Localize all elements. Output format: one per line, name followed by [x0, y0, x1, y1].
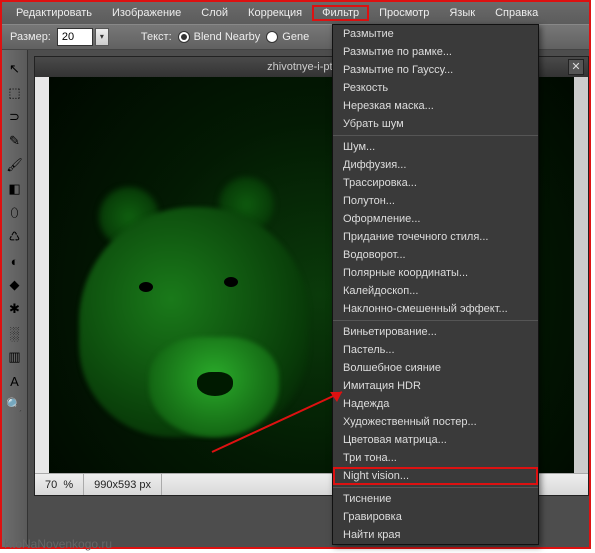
scrollbar-vertical[interactable]: [574, 77, 588, 473]
filter-menu-item[interactable]: Найти края: [333, 526, 538, 544]
shape-tool[interactable]: ◆: [6, 276, 24, 294]
radio-gene[interactable]: Gene: [266, 31, 309, 43]
radio-dot-icon: [266, 31, 278, 43]
filter-menu-item[interactable]: Пастель...: [333, 341, 538, 359]
menu-separator: [333, 320, 538, 321]
menu-separator: [333, 135, 538, 136]
menu-layer[interactable]: Слой: [191, 5, 238, 21]
filter-menu-item[interactable]: Нерезкая маска...: [333, 97, 538, 115]
menu-view[interactable]: Просмотр: [369, 5, 439, 21]
filter-menu-item[interactable]: Три тона...: [333, 449, 538, 467]
watermark: KtoNaNovenkogo.ru: [4, 537, 112, 551]
radio-dot-icon: [178, 31, 190, 43]
sparkle-tool[interactable]: ✱: [6, 300, 24, 318]
filter-menu-item[interactable]: Диффузия...: [333, 156, 538, 174]
filter-menu-item[interactable]: Размытие: [333, 25, 538, 43]
size-spinner[interactable]: ▾: [57, 28, 109, 46]
size-label: Размер:: [10, 31, 51, 43]
filter-menu-item[interactable]: Цветовая матрица...: [333, 431, 538, 449]
filter-menu-item[interactable]: Художественный постер...: [333, 413, 538, 431]
filter-dropdown-menu: РазмытиеРазмытие по рамке...Размытие по …: [332, 24, 539, 545]
dodge-tool[interactable]: ◐: [6, 252, 24, 270]
filter-menu-item[interactable]: Придание точечного стиля...: [333, 228, 538, 246]
menu-language[interactable]: Язык: [439, 5, 485, 21]
close-icon[interactable]: ✕: [568, 59, 584, 75]
filter-menu-item[interactable]: Night vision...: [333, 467, 538, 485]
zoom-value[interactable]: 70 %: [35, 474, 84, 495]
filter-menu-item[interactable]: Водоворот...: [333, 246, 538, 264]
filter-menu-item[interactable]: Оформление...: [333, 210, 538, 228]
filter-menu-item[interactable]: Размытие по рамке...: [333, 43, 538, 61]
clone-tool[interactable]: ♺: [6, 228, 24, 246]
filter-menu-item[interactable]: Полярные координаты...: [333, 264, 538, 282]
ruler-vertical: [35, 77, 49, 473]
filter-menu-item[interactable]: Волшебное сияние: [333, 359, 538, 377]
filter-menu-item[interactable]: Имитация HDR: [333, 377, 538, 395]
zoom-tool[interactable]: 🔍: [6, 396, 24, 414]
pencil-tool[interactable]: ✎: [6, 132, 24, 150]
size-input[interactable]: [57, 28, 93, 46]
menu-correction[interactable]: Коррекция: [238, 5, 312, 21]
radio-blend-nearby[interactable]: Blend Nearby: [178, 31, 261, 43]
filter-menu-item[interactable]: Трассировка...: [333, 174, 538, 192]
menu-filter[interactable]: Фильтр: [312, 5, 369, 21]
filter-menu-item[interactable]: Резкость: [333, 79, 538, 97]
text-label: Текст:: [141, 31, 172, 43]
lasso-tool[interactable]: ⊃: [6, 108, 24, 126]
move-tool[interactable]: ↖: [6, 60, 24, 78]
filter-menu-item[interactable]: Гравировка: [333, 508, 538, 526]
filter-menu-item[interactable]: Наклонно-смешенный эффект...: [333, 300, 538, 318]
filter-menu-item[interactable]: Размытие по Гауссу...: [333, 61, 538, 79]
tool-palette: ↖ ⬚ ⊃ ✎ 🖌 ◧ ⬯ ♺ ◐ ◆ ✱ ░ ▥ A 🔍: [2, 50, 28, 547]
filter-menu-item[interactable]: Шум...: [333, 138, 538, 156]
stamp-tool[interactable]: ⬯: [6, 204, 24, 222]
filter-menu-item[interactable]: Убрать шум: [333, 115, 538, 133]
filter-menu-item[interactable]: Полутон...: [333, 192, 538, 210]
pattern-tool[interactable]: ░: [6, 324, 24, 342]
size-dropdown-icon[interactable]: ▾: [95, 28, 109, 46]
fill-tool[interactable]: ▥: [6, 348, 24, 366]
text-tool[interactable]: A: [6, 372, 24, 390]
menu-separator: [333, 487, 538, 488]
menu-image[interactable]: Изображение: [102, 5, 191, 21]
filter-menu-item[interactable]: Виньетирование...: [333, 323, 538, 341]
marquee-tool[interactable]: ⬚: [6, 84, 24, 102]
filter-menu-item[interactable]: Тиснение: [333, 490, 538, 508]
filter-menu-item[interactable]: Калейдоскоп...: [333, 282, 538, 300]
menu-edit[interactable]: Редактировать: [6, 5, 102, 21]
menu-help[interactable]: Справка: [485, 5, 548, 21]
filter-menu-item[interactable]: Надежда: [333, 395, 538, 413]
brush-tool[interactable]: 🖌: [6, 156, 24, 174]
gradient-tool[interactable]: ◧: [6, 180, 24, 198]
dimensions: 990x593 px: [84, 474, 162, 495]
menubar: Редактировать Изображение Слой Коррекция…: [2, 2, 589, 24]
